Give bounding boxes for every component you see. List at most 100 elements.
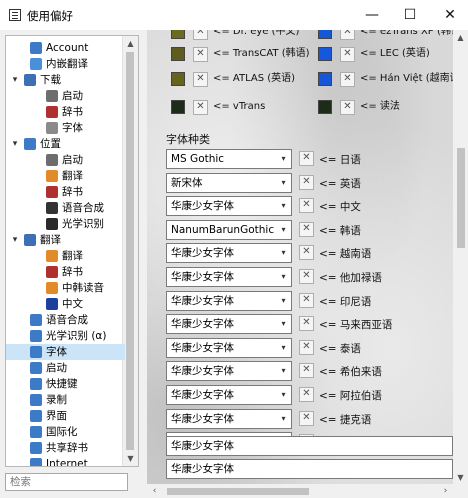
close-button[interactable]: ✕ bbox=[430, 0, 468, 30]
tree-item[interactable]: Internet bbox=[6, 456, 125, 466]
clear-font-button[interactable]: ✕ bbox=[299, 363, 314, 378]
scroll-left-arrow-icon[interactable]: ‹ bbox=[147, 484, 162, 498]
chevron-down-icon[interactable]: ▾ bbox=[276, 386, 291, 404]
tree-item[interactable]: Account bbox=[6, 40, 125, 56]
clear-font-button[interactable]: ✕ bbox=[299, 269, 314, 284]
chevron-down-icon[interactable]: ▾ bbox=[276, 339, 291, 357]
clear-font-button[interactable]: ✕ bbox=[299, 222, 314, 237]
tree-item[interactable]: 国际化 bbox=[6, 424, 125, 440]
panel-horizontal-scrollbar[interactable]: ‹ › bbox=[147, 484, 453, 498]
color-swatch[interactable] bbox=[171, 30, 185, 39]
font-select[interactable]: MS Gothic ▾ bbox=[166, 149, 292, 169]
chevron-down-icon[interactable]: ▾ bbox=[276, 292, 291, 310]
font-select[interactable]: NanumBarunGothic ▾ bbox=[166, 220, 292, 240]
tree-item[interactable]: 光学识别 (α) bbox=[6, 328, 125, 344]
tree-item[interactable]: 共享辞书 bbox=[6, 440, 125, 456]
color-swatch[interactable] bbox=[318, 72, 332, 86]
chevron-down-icon[interactable]: ▾ bbox=[276, 150, 291, 168]
panel-hscroll-thumb[interactable] bbox=[167, 488, 309, 495]
color-swatch[interactable] bbox=[171, 47, 185, 61]
font-select[interactable]: 华康少女字体 ▾ bbox=[166, 385, 292, 405]
tree-item[interactable]: 翻译 bbox=[6, 168, 125, 184]
clear-font-button[interactable]: ✕ bbox=[299, 316, 314, 331]
font-select[interactable]: 华康少女字体 ▾ bbox=[166, 409, 292, 429]
tree-item[interactable]: 启动 bbox=[6, 88, 125, 104]
color-swatch[interactable] bbox=[318, 30, 332, 39]
font-select[interactable]: 华康少女字体 ▾ bbox=[166, 267, 292, 287]
clear-font-button[interactable]: ✕ bbox=[299, 340, 314, 355]
clear-font-button[interactable]: ✕ bbox=[299, 151, 314, 166]
font-select[interactable]: 华康少女字体 ▾ bbox=[166, 338, 292, 358]
preferences-tree[interactable]: ▲ ▼ Account 内嵌翻译 ▾ 下载 启动 辞书 字体 ▾ 位置 启动 翻译 辞书 语音合成 光学识… bbox=[5, 35, 139, 467]
font-select[interactable]: 新宋体 ▾ bbox=[166, 173, 292, 193]
font-field[interactable]: 华康少女字体 bbox=[166, 436, 453, 456]
clear-color-button[interactable]: ✕ bbox=[193, 72, 208, 87]
tree-item[interactable]: 语音合成 bbox=[6, 312, 125, 328]
clear-color-button[interactable]: ✕ bbox=[193, 30, 208, 40]
scroll-down-arrow-icon[interactable]: ▼ bbox=[123, 451, 138, 466]
tree-item[interactable]: 辞书 bbox=[6, 104, 125, 120]
font-field[interactable]: 华康少女字体 bbox=[166, 459, 453, 479]
clear-color-button[interactable]: ✕ bbox=[193, 100, 208, 115]
tree-item[interactable]: 界面 bbox=[6, 408, 125, 424]
clear-font-button[interactable]: ✕ bbox=[299, 175, 314, 190]
tree-item[interactable]: 启动 bbox=[6, 360, 125, 376]
chevron-down-icon[interactable]: ▾ bbox=[276, 362, 291, 380]
color-swatch[interactable] bbox=[318, 47, 332, 61]
scroll-up-arrow-icon[interactable]: ▲ bbox=[453, 30, 468, 45]
tree-item[interactable]: 中韩读音 bbox=[6, 280, 125, 296]
tree-item[interactable]: 启动 bbox=[6, 152, 125, 168]
font-select[interactable]: 华康少女字体 ▾ bbox=[166, 243, 292, 263]
tree-item[interactable]: 光学识别 bbox=[6, 216, 125, 232]
scroll-down-arrow-icon[interactable]: ▼ bbox=[453, 470, 468, 485]
tree-item[interactable]: 字体 bbox=[6, 120, 125, 136]
clear-font-button[interactable]: ✕ bbox=[299, 198, 314, 213]
clear-color-button[interactable]: ✕ bbox=[340, 72, 355, 87]
tree-scroll-thumb[interactable] bbox=[126, 52, 134, 450]
chevron-down-icon[interactable]: ▾ bbox=[276, 315, 291, 333]
tree-item[interactable]: 快捷键 bbox=[6, 376, 125, 392]
clear-font-button[interactable]: ✕ bbox=[299, 293, 314, 308]
clear-color-button[interactable]: ✕ bbox=[340, 30, 355, 40]
tree-item[interactable]: ▾ 翻译 bbox=[6, 232, 125, 248]
font-select[interactable]: 华康少女字体 ▾ bbox=[166, 314, 292, 334]
tree-item[interactable]: ▾ 下载 bbox=[6, 72, 125, 88]
tree-item[interactable]: 中文 bbox=[6, 296, 125, 312]
color-swatch[interactable] bbox=[171, 100, 185, 114]
font-select[interactable]: 华康少女字体 ▾ bbox=[166, 196, 292, 216]
chevron-down-icon[interactable]: ▾ bbox=[276, 221, 291, 239]
clear-font-button[interactable]: ✕ bbox=[299, 411, 314, 426]
chevron-down-icon[interactable]: ▾ bbox=[276, 174, 291, 192]
panel-vertical-scrollbar[interactable]: ▲ ▼ bbox=[453, 30, 468, 485]
scroll-up-arrow-icon[interactable]: ▲ bbox=[123, 36, 138, 51]
font-select[interactable]: 华康少女字体 ▾ bbox=[166, 361, 292, 381]
clear-color-button[interactable]: ✕ bbox=[340, 47, 355, 62]
tree-item[interactable]: 翻译 bbox=[6, 248, 125, 264]
panel-scroll-thumb[interactable] bbox=[457, 148, 465, 248]
scroll-right-arrow-icon[interactable]: › bbox=[438, 484, 453, 498]
tree-item[interactable]: 内嵌翻译 bbox=[6, 56, 125, 72]
chevron-down-icon[interactable]: ▾ bbox=[276, 197, 291, 215]
clear-font-button[interactable]: ✕ bbox=[299, 245, 314, 260]
tree-item[interactable]: 字体 bbox=[6, 344, 125, 360]
resize-grip[interactable] bbox=[453, 484, 468, 498]
tree-item[interactable]: 录制 bbox=[6, 392, 125, 408]
minimize-button[interactable]: — bbox=[352, 0, 392, 30]
chevron-down-icon[interactable]: ▾ bbox=[276, 244, 291, 262]
color-swatch[interactable] bbox=[171, 72, 185, 86]
color-swatch[interactable] bbox=[318, 100, 332, 114]
clear-color-button[interactable]: ✕ bbox=[340, 100, 355, 115]
tree-item[interactable]: 辞书 bbox=[6, 264, 125, 280]
tree-item[interactable]: 辞书 bbox=[6, 184, 125, 200]
chevron-down-icon[interactable]: ▾ bbox=[276, 410, 291, 428]
clear-font-button[interactable]: ✕ bbox=[299, 387, 314, 402]
expand-toggle-icon[interactable]: ▾ bbox=[10, 72, 20, 88]
font-select[interactable]: 华康少女字体 ▾ bbox=[166, 291, 292, 311]
expand-toggle-icon[interactable]: ▾ bbox=[10, 136, 20, 152]
clear-color-button[interactable]: ✕ bbox=[193, 47, 208, 62]
maximize-button[interactable]: ☐ bbox=[390, 0, 430, 30]
expand-toggle-icon[interactable]: ▾ bbox=[10, 232, 20, 248]
tree-item[interactable]: ▾ 位置 bbox=[6, 136, 125, 152]
tree-item[interactable]: 语音合成 bbox=[6, 200, 125, 216]
chevron-down-icon[interactable]: ▾ bbox=[276, 268, 291, 286]
